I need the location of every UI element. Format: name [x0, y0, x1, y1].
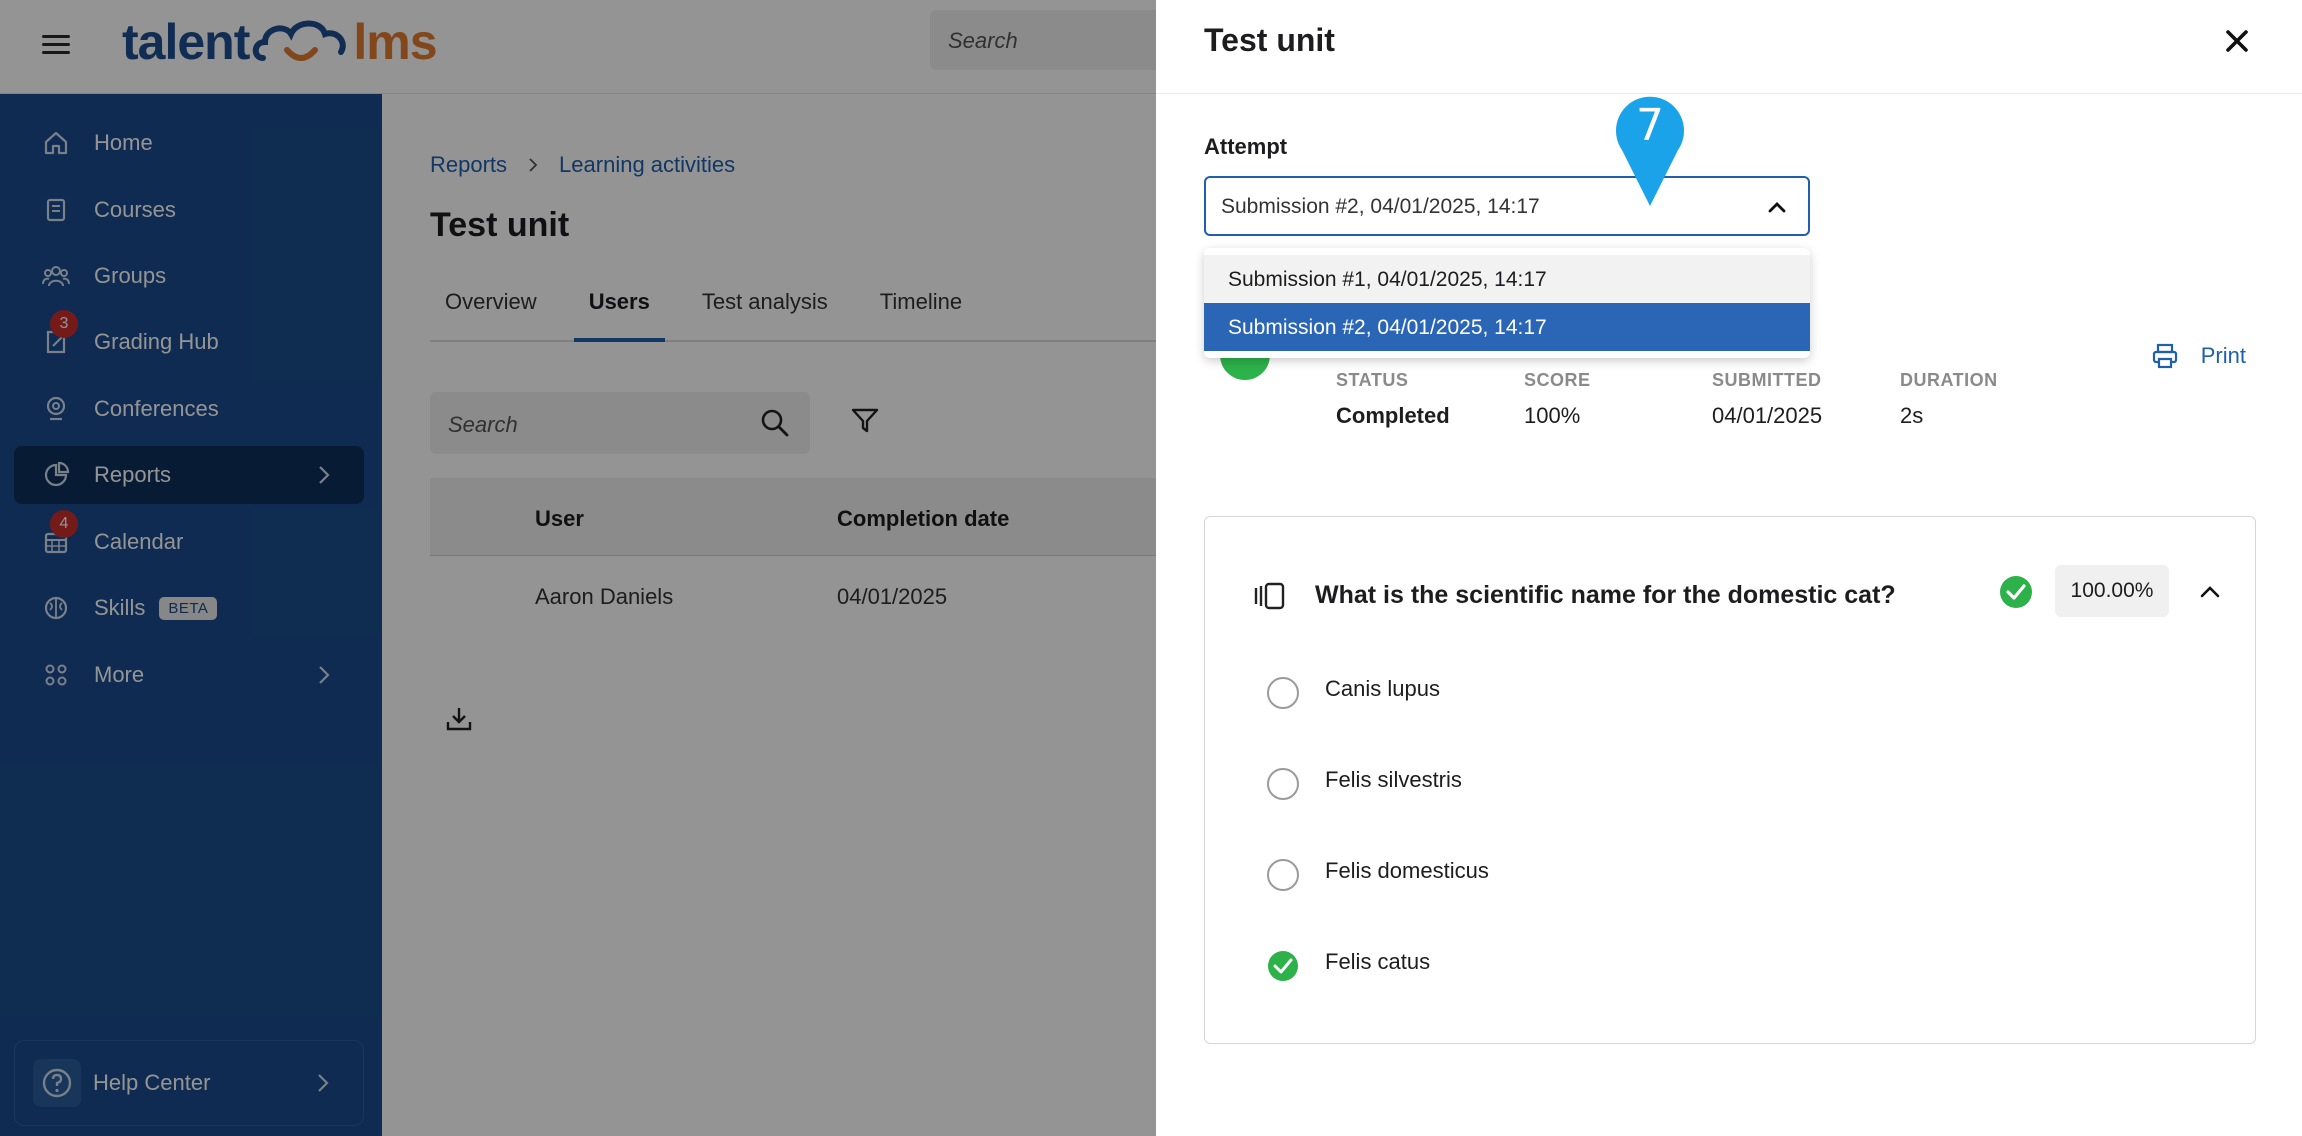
print-button[interactable]: Print: [2151, 342, 2246, 370]
answer-option: Felis domesticus: [1267, 851, 1489, 891]
stat-value: Completed: [1336, 403, 1450, 428]
modal-backdrop[interactable]: [0, 0, 1156, 1136]
drawer-title: Test unit: [1204, 22, 1335, 58]
answer-option: Canis lupus: [1267, 669, 1440, 709]
stat-score: SCORE 100%: [1524, 370, 1591, 429]
chevron-up-icon: [1768, 202, 1786, 213]
print-label: Print: [2200, 343, 2246, 368]
radio-empty-icon: [1267, 677, 1299, 709]
radio-empty-icon: [1267, 859, 1299, 891]
stat-value: 100%: [1524, 403, 1581, 428]
multiple-choice-icon: [1254, 582, 1285, 610]
drawer-header: Test unit: [1156, 0, 2302, 94]
stat-label: STATUS: [1336, 370, 1409, 390]
question-score: 100.00%: [2055, 565, 2169, 617]
question-text: What is the scientific name for the dome…: [1315, 581, 1896, 609]
stat-duration: DURATION 2s: [1900, 370, 1998, 429]
correct-check-icon: [2000, 576, 2032, 608]
close-icon[interactable]: [2222, 26, 2252, 56]
attempt-label: Attempt: [1204, 134, 1288, 159]
attempt-selected-value: Submission #2, 04/01/2025, 14:17: [1221, 195, 1540, 218]
step-marker-number: 7: [1636, 100, 1664, 151]
attempt-option-1[interactable]: Submission #1, 04/01/2025, 14:17: [1204, 255, 1810, 303]
stat-label: SCORE: [1524, 370, 1591, 390]
attempt-option-2[interactable]: Submission #2, 04/01/2025, 14:17: [1204, 303, 1810, 351]
answer-option-label: Felis silvestris: [1325, 767, 1462, 792]
attempt-select[interactable]: Submission #2, 04/01/2025, 14:17: [1204, 176, 1810, 236]
answer-option-label: Canis lupus: [1325, 676, 1440, 701]
attempt-dropdown-menu: Submission #1, 04/01/2025, 14:17 Submiss…: [1204, 248, 1810, 358]
stat-value: 2s: [1900, 403, 1924, 428]
answer-option-label: Felis domesticus: [1325, 858, 1489, 883]
step-marker-pin: 7: [1616, 96, 1684, 206]
printer-icon: [2152, 343, 2177, 369]
stat-label: DURATION: [1900, 370, 1998, 390]
answer-option-selected: Felis catus: [1267, 942, 1430, 982]
stat-submitted: SUBMITTED 04/01/2025: [1712, 370, 1822, 429]
attempt-drawer: Test unit Attempt Submission #2, 04/01/2…: [1156, 0, 2302, 1136]
answer-option-label: Felis catus: [1325, 949, 1431, 974]
stat-value: 04/01/2025: [1712, 403, 1823, 428]
stat-label: SUBMITTED: [1712, 370, 1822, 390]
radio-empty-icon: [1267, 768, 1299, 800]
chevron-up-icon[interactable]: [2197, 579, 2223, 605]
selected-check-icon: [1268, 951, 1298, 981]
stat-status: STATUS Completed: [1336, 370, 1450, 429]
answer-option: Felis silvestris: [1267, 760, 1462, 800]
question-card: What is the scientific name for the dome…: [1204, 516, 2256, 1044]
